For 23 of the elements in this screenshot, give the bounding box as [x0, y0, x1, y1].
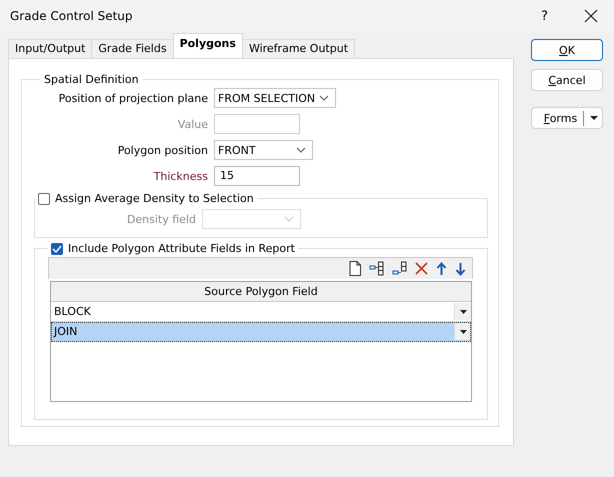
field-label: Density field	[126, 212, 196, 226]
table-cell-text: BLOCK	[53, 305, 92, 318]
input-field[interactable]: 15	[214, 166, 300, 186]
tab[interactable]: Input/Output	[8, 39, 92, 58]
split-button[interactable]: Forms	[531, 107, 603, 129]
checkbox-label: Include Polygon Attribute Fields in Report	[68, 242, 295, 255]
table-row[interactable]: JOIN	[51, 322, 471, 342]
tab[interactable]: Polygons	[172, 33, 243, 58]
dialog-button[interactable]: Cancel	[531, 69, 603, 91]
column-header: Source Polygon Field	[51, 282, 471, 302]
field-label: Thickness	[154, 170, 208, 182]
dialog-button[interactable]: OK	[531, 39, 603, 61]
dropdown[interactable]: FRONT	[214, 140, 313, 160]
dropdown[interactable]: FROM SELECTION	[214, 88, 336, 108]
table-cell-text: JOIN	[52, 325, 78, 338]
field-label: Position of projection plane	[58, 92, 208, 104]
field-label: Polygon position	[118, 144, 208, 156]
window-title: Grade Control Setup	[10, 9, 134, 23]
group-title: Spatial Definition	[43, 73, 140, 86]
help-button[interactable]: ?	[541, 8, 548, 24]
tab[interactable]: Wireframe Output	[242, 39, 356, 58]
field-label: Value	[178, 118, 208, 130]
checkbox-label: Assign Average Density to Selection	[55, 192, 254, 205]
